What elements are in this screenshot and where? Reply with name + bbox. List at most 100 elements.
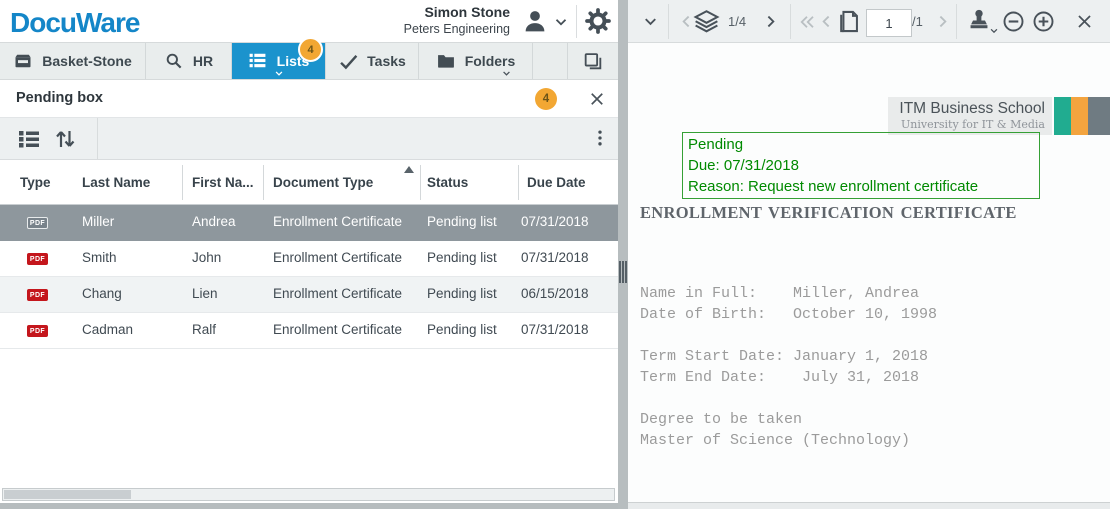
user-info: Simon Stone Peters Engineering [404,4,510,38]
cell-due-date: 06/15/2018 [521,286,589,301]
header-divider [576,5,577,38]
certificate-body-text: Name in Full: Miller, Andrea Date of Bir… [640,283,937,451]
stamp-line-reason: Reason: Request new enrollment certifica… [688,176,1034,197]
panel-splitter[interactable] [618,0,628,509]
tab-label: Basket-Stone [42,53,131,69]
cell-due-date: 07/31/2018 [521,250,589,265]
cell-first-name: Andrea [192,214,236,229]
checkmark-icon [338,51,358,71]
tab-tasks[interactable]: Tasks [326,43,419,79]
cell-document-type: Enrollment Certificate [273,322,402,337]
next-document-chevron-icon[interactable] [762,13,779,30]
result-list: PDF Miller Andrea Enrollment Certificate… [0,205,618,349]
toolbar-divider [668,4,669,39]
page-total-label: /1 [912,14,923,29]
table-row-miller[interactable]: PDF Miller Andrea Enrollment Certificate… [0,205,618,241]
cell-document-type: Enrollment Certificate [273,250,402,265]
collapse-toolbar-chevron-icon[interactable] [641,12,660,31]
pdf-file-icon: PDF [27,289,48,301]
settings-gear-icon[interactable] [584,7,612,35]
result-list-header: Type Last Name First Na... Document Type… [0,160,618,205]
detach-window-icon [582,50,604,72]
user-name: Simon Stone [404,4,510,21]
toolbar-divider [790,4,791,39]
tab-label: Folders [465,53,516,69]
school-logo: ITM Business School University for IT & … [888,97,1052,135]
horizontal-scrollbar[interactable] [2,488,615,501]
page-icon [835,8,862,35]
cell-first-name: Lien [192,286,218,301]
next-page-chevron-icon[interactable] [934,13,951,30]
column-header-type[interactable]: Type [20,175,51,190]
first-page-double-chevron-icon[interactable] [798,13,816,31]
basket-icon [13,51,33,71]
docuware-app: { "header": { "logo_text": "DocuWare", "… [0,0,1110,509]
cell-document-type: Enrollment Certificate [273,214,402,229]
column-divider [182,165,183,200]
list-toolbar [0,118,618,160]
document-position-label: 1/4 [728,14,746,29]
sort-icon[interactable] [53,127,77,151]
user-menu-chevron-icon[interactable] [552,13,570,31]
list-icon [248,51,268,71]
stamp-line-status: Pending [688,134,1034,155]
tab-bar: Basket-Stone HR Lists 4 Tasks [0,42,618,80]
document-stack-layers-icon[interactable] [692,7,721,36]
view-as-list-icon[interactable] [17,127,41,151]
close-viewer-icon[interactable] [1075,12,1094,31]
user-organization: Peters Engineering [404,21,510,38]
column-header-last-name[interactable]: Last Name [82,175,150,190]
column-header-document-type[interactable]: Document Type [273,175,373,190]
cell-status: Pending list [427,214,497,229]
close-panel-icon[interactable] [588,90,606,108]
cell-last-name: Chang [82,286,122,301]
cell-document-type: Enrollment Certificate [273,286,402,301]
logo-color-bar-orange [1071,97,1088,135]
tab-basket-stone[interactable]: Basket-Stone [0,43,146,79]
cell-status: Pending list [427,250,497,265]
document-viewer: 1/4 /1 [628,0,1110,509]
search-icon [164,51,184,71]
stamp-menu-chevron-icon[interactable] [988,26,1000,36]
column-header-first-name[interactable]: First Na... [192,175,254,190]
table-row-cadman[interactable]: PDF Cadman Ralf Enrollment Certificate P… [0,313,618,349]
pending-count-badge: 4 [535,88,557,110]
column-divider [518,165,519,200]
splitter-grip-icon[interactable] [619,261,627,283]
table-row-chang[interactable]: PDF Chang Lien Enrollment Certificate Pe… [0,277,618,313]
zoom-in-icon[interactable] [1032,10,1055,33]
previous-page-chevron-icon[interactable] [818,13,835,30]
cell-status: Pending list [427,286,497,301]
tab-hr-search[interactable]: HR [146,43,232,79]
cell-due-date: 07/31/2018 [521,214,589,229]
cell-last-name: Miller [82,214,114,229]
school-subtitle: University for IT & Media [888,118,1045,131]
tab-folders[interactable]: Folders [419,43,533,79]
detach-viewer-button[interactable] [567,43,618,79]
column-header-due-date[interactable]: Due Date [527,175,586,190]
bottom-edge-strip [0,503,628,509]
user-avatar-icon[interactable] [520,7,550,37]
column-header-status[interactable]: Status [427,175,468,190]
tab-lists-active[interactable]: Lists 4 [232,43,326,79]
more-options-kebab-icon[interactable] [590,128,610,148]
cell-last-name: Smith [82,250,117,265]
left-panel: DocuWare Simon Stone Peters Engineering [0,0,618,509]
pdf-file-icon: PDF [27,253,48,265]
panel-title: Pending box [16,90,103,106]
cell-first-name: John [192,250,221,265]
chevron-down-icon[interactable] [272,69,286,79]
app-header: DocuWare Simon Stone Peters Engineering [0,0,618,42]
logo-color-bar-teal [1054,97,1071,135]
cell-due-date: 07/31/2018 [521,322,589,337]
zoom-out-icon[interactable] [1002,10,1025,33]
chevron-down-icon[interactable] [500,69,514,79]
pending-stamp: Pending Due: 07/31/2018 Reason: Request … [682,132,1040,199]
stamp-line-due: Due: 07/31/2018 [688,155,1034,176]
tab-label: Tasks [367,53,406,69]
table-row-smith[interactable]: PDF Smith John Enrollment Certificate Pe… [0,241,618,277]
scrollbar-thumb[interactable] [4,490,131,499]
page-number-input[interactable] [866,9,912,37]
toolbar-divider [956,4,957,39]
lists-count-badge: 4 [298,37,323,62]
